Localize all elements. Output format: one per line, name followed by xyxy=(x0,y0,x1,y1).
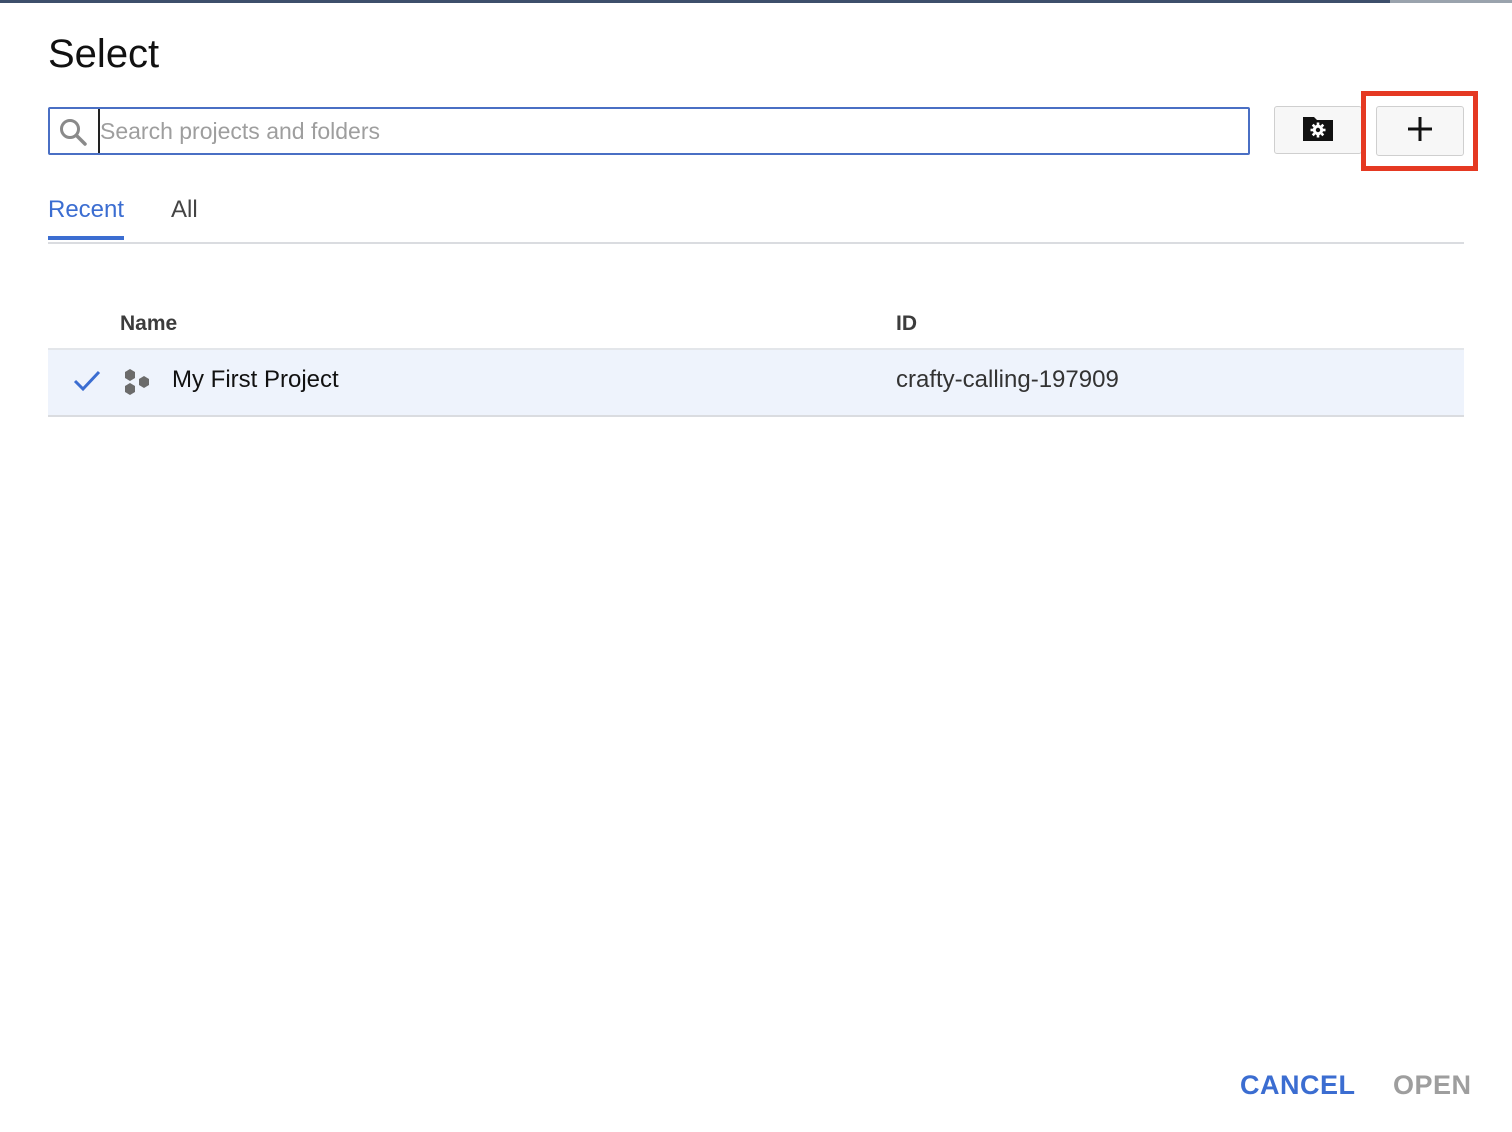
select-project-dialog: Select Search projects and folders Recen… xyxy=(0,0,1512,1132)
new-project-button[interactable] xyxy=(1376,106,1464,156)
tab-recent[interactable]: Recent xyxy=(48,190,125,240)
plus-icon xyxy=(1406,115,1434,148)
column-header-id[interactable]: ID xyxy=(896,312,917,336)
search-icon xyxy=(58,117,88,147)
project-name: My First Project xyxy=(172,366,339,393)
project-icon xyxy=(122,367,154,399)
tab-bar: Recent All xyxy=(48,190,1464,244)
folder-gear-icon xyxy=(1301,113,1335,148)
project-id: crafty-calling-197909 xyxy=(896,366,1119,393)
dialog-title: Select xyxy=(48,32,160,76)
manage-folders-button[interactable] xyxy=(1274,106,1362,154)
search-input[interactable] xyxy=(98,109,1240,153)
cancel-button[interactable]: CANCEL xyxy=(1240,1070,1356,1101)
open-button[interactable]: OPEN xyxy=(1393,1070,1472,1101)
tab-all[interactable]: All xyxy=(171,190,198,242)
column-header-name[interactable]: Name xyxy=(120,312,177,336)
top-progress-bar xyxy=(0,0,1390,3)
search-box[interactable] xyxy=(48,107,1250,155)
top-progress-bar-track xyxy=(1390,0,1512,3)
check-icon xyxy=(72,369,102,393)
table-row[interactable]: My First Project crafty-calling-197909 xyxy=(48,350,1464,417)
